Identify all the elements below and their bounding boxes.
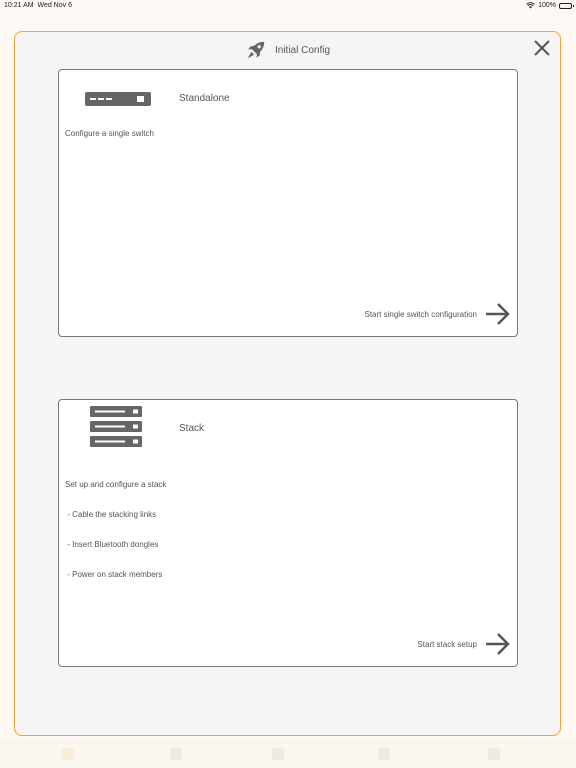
wifi-icon <box>526 2 535 9</box>
description-line: - Insert Bluetooth dongles <box>65 540 159 549</box>
stack-option-card[interactable]: Stack Set up and configure a stack - Cab… <box>58 399 518 667</box>
stack-description: Set up and configure a stack - Cable the… <box>65 460 166 600</box>
status-bar: 10:21 AM Wed Nov 6 100% <box>0 0 576 14</box>
status-time: 10:21 AM Wed Nov 6 <box>4 2 72 9</box>
battery-percent: 100% <box>538 2 556 9</box>
faded-tab-icon <box>272 748 284 760</box>
faded-tab-icon <box>62 748 74 760</box>
faded-tab-icon <box>170 748 182 760</box>
stack-title: Stack <box>179 423 205 434</box>
standalone-title: Standalone <box>179 93 230 104</box>
start-stack-setup-button[interactable]: Start stack setup <box>417 632 511 656</box>
start-single-switch-button[interactable]: Start single switch configuration <box>365 302 512 326</box>
close-icon <box>534 40 550 56</box>
switch-icon <box>85 92 151 111</box>
battery-icon <box>559 2 574 9</box>
description-line: - Power on stack members <box>65 570 163 579</box>
initial-config-modal: Initial Config Standalone Configure a si… <box>14 31 561 736</box>
modal-header: Initial Config <box>15 38 560 62</box>
start-stack-setup-label: Start stack setup <box>417 639 477 649</box>
faded-tab-icon <box>488 748 500 760</box>
start-single-switch-label: Start single switch configuration <box>364 309 478 319</box>
background-tab-bar <box>0 740 576 768</box>
faded-tab-icon <box>378 748 390 760</box>
description-line: Configure a single switch <box>65 129 154 138</box>
status-date: Wed Nov 6 <box>37 2 72 9</box>
status-time-value: 10:21 AM <box>4 2 34 9</box>
rocket-icon <box>247 41 265 59</box>
description-line: - Cable the stacking links <box>65 510 157 519</box>
stack-icon <box>90 406 142 453</box>
description-line: Set up and configure a stack <box>65 480 167 489</box>
arrow-right-icon <box>486 633 510 655</box>
standalone-option-card[interactable]: Standalone Configure a single switch Sta… <box>58 69 518 337</box>
modal-title: Initial Config <box>274 44 331 56</box>
standalone-description: Configure a single switch <box>65 129 154 139</box>
arrow-right-icon <box>486 303 510 325</box>
close-button[interactable] <box>532 38 552 58</box>
status-indicators: 100% <box>526 2 574 9</box>
